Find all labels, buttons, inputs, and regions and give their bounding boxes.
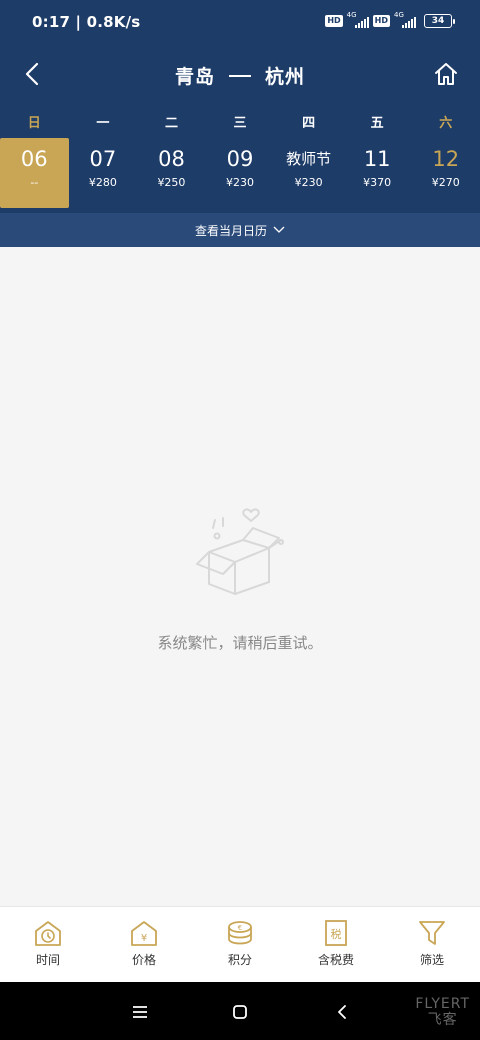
weekday-sun: 日 [27,116,41,131]
watermark-line1: FLYERT [415,996,470,1012]
status-bar: 0:17 | 0.8K/s HD 4G HD 4G 34 [0,0,480,44]
svg-text:€: € [238,924,242,932]
tab-time-label: 时间 [35,953,60,967]
status-time-speed: 0:17 | 0.8K/s [32,13,141,31]
status-icons: HD 4G HD 4G 34 [325,11,455,30]
date-day: 11 [363,147,391,171]
system-home-button[interactable] [228,1000,252,1024]
date-day: 07 [89,147,117,171]
date-price: ¥230 [294,176,323,189]
empty-state [0,500,480,614]
date-day: 12 [432,147,460,171]
month-calendar-toggle[interactable]: 查看当月日历 [0,213,480,247]
tab-tax-label: 含税费 [317,953,354,967]
route-separator [229,74,251,77]
weekday-sat: 六 [439,116,453,131]
tab-points-label: 积分 [227,953,252,967]
price-icon: ¥ [131,921,157,946]
date-price: ¥370 [363,176,392,189]
bottom-tab-bar: 时间 ¥ 价格 € 积分 税 含税费 筛选 [0,906,480,982]
watermark-line2: 飞客 [427,1012,458,1028]
tab-points[interactable]: € 积分 [192,907,288,982]
date-price: ¥270 [431,176,460,189]
watermark: FLYERT 飞客 [415,996,470,1028]
date-price: ¥280 [88,176,117,189]
weekday-mon: 一 [96,116,110,131]
system-back-button[interactable] [330,1000,354,1024]
signal-icon: 4G [347,11,369,30]
nav-bar: 青岛 杭州 [0,50,480,98]
date-cell[interactable]: 11 ¥370 [343,138,412,208]
route-title: 青岛 杭州 [0,62,480,89]
date-price: -- [30,176,39,189]
home-icon [435,63,457,85]
weekday-thu: 四 [302,116,316,131]
date-price: ¥230 [226,176,255,189]
filter-icon [419,921,445,945]
date-cell[interactable]: 07 ¥280 [69,138,138,208]
battery-icon: 34 [424,14,455,28]
system-nav-bar: FLYERT 飞客 [0,982,480,1040]
empty-message: 系统繁忙，请稍后重试。 [157,634,323,652]
tab-tax[interactable]: 税 含税费 [288,907,384,982]
tab-price[interactable]: ¥ 价格 [96,907,192,982]
chevron-down-icon [273,226,285,233]
svg-text:税: 税 [331,927,342,941]
triangle-back-icon [338,1005,346,1019]
date-price: ¥250 [157,176,186,189]
month-calendar-label: 查看当月日历 [194,223,267,238]
empty-box-icon [196,508,284,595]
weekday-wed: 三 [233,116,247,131]
date-row: 06 -- 07 ¥280 08 ¥250 09 ¥230 教师节 ¥230 1… [0,138,480,208]
tab-filter[interactable]: 筛选 [384,907,480,982]
date-cell-selected[interactable]: 06 -- [0,138,69,208]
weekday-row: 日 一 二 三 四 五 六 [0,112,480,132]
date-day: 08 [158,147,185,171]
tab-price-label: 价格 [131,953,156,967]
header: 0:17 | 0.8K/s HD 4G HD 4G 34 青岛 杭州 日 一 二… [0,0,480,247]
square-icon [233,1005,247,1019]
battery-level: 34 [431,16,445,26]
menu-icon [133,1006,147,1018]
date-holiday-label: 教师节 [286,150,332,168]
tax-icon: 税 [325,920,347,946]
home-button[interactable] [430,58,462,90]
date-day: 09 [226,147,254,171]
date-day: 06 [20,147,48,171]
destination-city: 杭州 [265,66,306,88]
date-cell-holiday[interactable]: 教师节 ¥230 [274,138,343,208]
clock-icon [35,921,61,946]
recent-apps-button[interactable] [128,1000,152,1024]
signal-icon-2: 4G [394,11,416,30]
svg-text:¥: ¥ [141,933,147,944]
origin-city: 青岛 [174,66,215,88]
weekday-tue: 二 [164,116,178,131]
tab-filter-label: 筛选 [419,953,444,967]
tab-time[interactable]: 时间 [0,907,96,982]
hd-badge: HD [325,15,343,27]
date-cell[interactable]: 09 ¥230 [206,138,275,208]
weekday-fri: 五 [370,116,384,131]
hd-badge-2: HD [372,15,390,27]
date-cell-weekend[interactable]: 12 ¥270 [411,138,480,208]
points-icon: € [228,921,252,945]
date-cell[interactable]: 08 ¥250 [137,138,206,208]
